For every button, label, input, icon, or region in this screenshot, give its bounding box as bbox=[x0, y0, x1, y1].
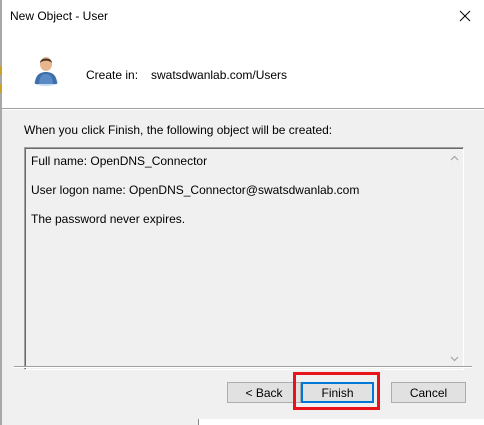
window-title: New Object - User bbox=[10, 9, 109, 23]
summary-textbox[interactable]: Full name: OpenDNS_Connector User logon … bbox=[24, 147, 464, 370]
title-bar[interactable]: New Object - User bbox=[2, 0, 484, 32]
cancel-button[interactable]: Cancel bbox=[391, 382, 466, 403]
back-button[interactable]: < Back bbox=[227, 382, 301, 403]
summary-full-name: Full name: OpenDNS_Connector bbox=[31, 154, 208, 168]
scroll-down-button[interactable] bbox=[446, 350, 463, 367]
scroll-up-button[interactable] bbox=[446, 149, 463, 166]
dialog-client-area: Create in: swatsdwanlab.com/Users When y… bbox=[2, 32, 484, 425]
user-icon bbox=[34, 57, 58, 86]
new-object-user-dialog: New Object - User Create in: swatsdwanla… bbox=[0, 0, 484, 425]
background-window-strip bbox=[198, 419, 484, 425]
chevron-down-icon bbox=[450, 356, 459, 361]
wizard-header: Create in: swatsdwanlab.com/Users bbox=[2, 32, 484, 108]
close-button[interactable] bbox=[450, 2, 480, 30]
vertical-scrollbar[interactable] bbox=[446, 149, 463, 367]
finish-button[interactable]: Finish bbox=[301, 382, 374, 403]
intro-text: When you click Finish, the following obj… bbox=[24, 123, 333, 137]
summary-logon-name: User logon name: OpenDNS_Connector@swats… bbox=[31, 183, 360, 197]
close-icon bbox=[459, 10, 471, 22]
create-in-label: Create in: bbox=[86, 68, 139, 82]
summary-password-note: The password never expires. bbox=[31, 212, 186, 226]
create-in-path: swatsdwanlab.com/Users bbox=[151, 68, 288, 82]
chevron-up-icon bbox=[450, 155, 459, 160]
footer-divider-highlight bbox=[14, 367, 472, 368]
header-divider-highlight bbox=[2, 109, 484, 110]
